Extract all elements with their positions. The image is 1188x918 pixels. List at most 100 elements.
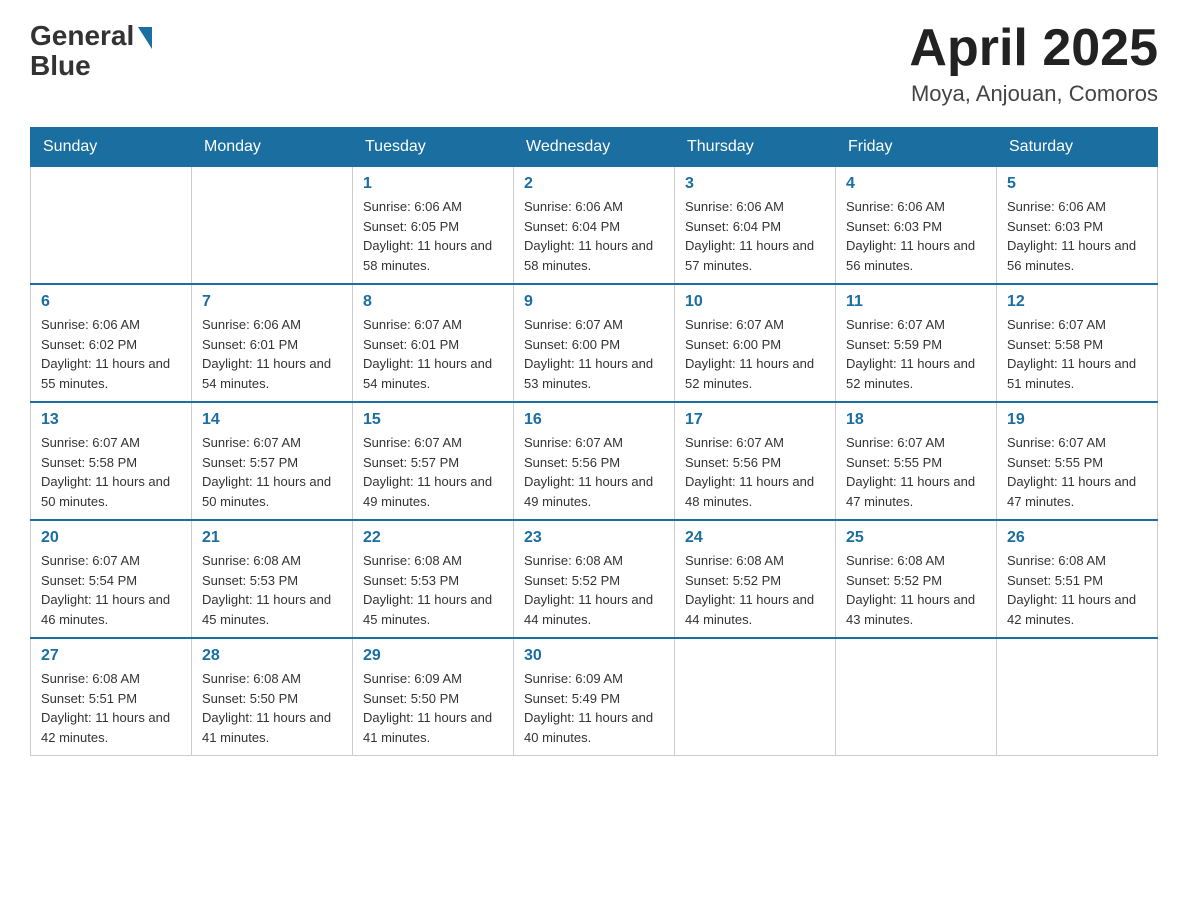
table-row: 15 Sunrise: 6:07 AMSunset: 5:57 PMDayligh… xyxy=(353,402,514,520)
day-number: 1 xyxy=(363,175,503,193)
page-header: General Blue April 2025 Moya, Anjouan, C… xyxy=(30,20,1158,107)
table-row: 27Sunrise: 6:08 AMSunset: 5:51 PMDayligh… xyxy=(31,638,192,756)
calendar-week-row: 1 Sunrise: 6:06 AMSunset: 6:05 PMDaylight… xyxy=(31,167,1158,285)
header-monday: Monday xyxy=(192,128,353,167)
day-info: Sunrise: 6:06 AMSunset: 6:04 PMDaylight:… xyxy=(524,197,664,275)
table-row: 26Sunrise: 6:08 AMSunset: 5:51 PMDayligh… xyxy=(997,520,1158,638)
day-number: 4 xyxy=(846,175,986,193)
table-row: 21 Sunrise: 6:08 AMSunset: 5:53 PMDayligh… xyxy=(192,520,353,638)
day-info: Sunrise: 6:07 AMSunset: 5:57 PMDaylight:… xyxy=(363,433,503,511)
logo-blue-label: Blue xyxy=(30,50,91,82)
day-number: 17 xyxy=(685,411,825,429)
day-info: Sunrise: 6:06 AMSunset: 6:02 PMDaylight:… xyxy=(41,315,181,393)
day-number: 24 xyxy=(685,529,825,547)
table-row: 22 Sunrise: 6:08 AMSunset: 5:53 PMDayligh… xyxy=(353,520,514,638)
table-row xyxy=(997,638,1158,756)
day-number: 20 xyxy=(41,529,181,547)
day-info: Sunrise: 6:08 AMSunset: 5:53 PMDaylight:… xyxy=(363,551,503,629)
table-row: 29 Sunrise: 6:09 AMSunset: 5:50 PMDayligh… xyxy=(353,638,514,756)
day-info: Sunrise: 6:07 AMSunset: 5:56 PMDaylight:… xyxy=(524,433,664,511)
day-info: Sunrise: 6:08 AMSunset: 5:52 PMDaylight:… xyxy=(685,551,825,629)
table-row: 28 Sunrise: 6:08 AMSunset: 5:50 PMDayligh… xyxy=(192,638,353,756)
table-row: 16Sunrise: 6:07 AMSunset: 5:56 PMDayligh… xyxy=(514,402,675,520)
table-row: 24 Sunrise: 6:08 AMSunset: 5:52 PMDayligh… xyxy=(675,520,836,638)
day-number: 23 xyxy=(524,529,664,547)
day-info: Sunrise: 6:09 AMSunset: 5:49 PMDaylight:… xyxy=(524,669,664,747)
day-info: Sunrise: 6:07 AMSunset: 6:00 PMDaylight:… xyxy=(524,315,664,393)
day-info: Sunrise: 6:08 AMSunset: 5:53 PMDaylight:… xyxy=(202,551,342,629)
day-info: Sunrise: 6:09 AMSunset: 5:50 PMDaylight:… xyxy=(363,669,503,747)
header-sunday: Sunday xyxy=(31,128,192,167)
day-info: Sunrise: 6:07 AMSunset: 5:56 PMDaylight:… xyxy=(685,433,825,511)
day-info: Sunrise: 6:07 AMSunset: 5:55 PMDaylight:… xyxy=(1007,433,1147,511)
table-row: 23Sunrise: 6:08 AMSunset: 5:52 PMDayligh… xyxy=(514,520,675,638)
month-title: April 2025 xyxy=(909,20,1158,77)
day-info: Sunrise: 6:06 AMSunset: 6:05 PMDaylight:… xyxy=(363,197,503,275)
table-row: 9 Sunrise: 6:07 AMSunset: 6:00 PMDaylight… xyxy=(514,284,675,402)
day-number: 15 xyxy=(363,411,503,429)
day-info: Sunrise: 6:07 AMSunset: 6:01 PMDaylight:… xyxy=(363,315,503,393)
logo: General Blue xyxy=(30,20,152,82)
day-number: 9 xyxy=(524,293,664,311)
day-number: 30 xyxy=(524,647,664,665)
table-row: 5 Sunrise: 6:06 AMSunset: 6:03 PMDaylight… xyxy=(997,167,1158,285)
day-info: Sunrise: 6:06 AMSunset: 6:01 PMDaylight:… xyxy=(202,315,342,393)
table-row xyxy=(675,638,836,756)
location-title: Moya, Anjouan, Comoros xyxy=(909,81,1158,107)
logo-triangle-icon xyxy=(138,27,152,49)
day-number: 21 xyxy=(202,529,342,547)
day-number: 8 xyxy=(363,293,503,311)
day-info: Sunrise: 6:07 AMSunset: 5:58 PMDaylight:… xyxy=(41,433,181,511)
day-info: Sunrise: 6:07 AMSunset: 5:59 PMDaylight:… xyxy=(846,315,986,393)
day-number: 11 xyxy=(846,293,986,311)
table-row: 13 Sunrise: 6:07 AMSunset: 5:58 PMDayligh… xyxy=(31,402,192,520)
header-wednesday: Wednesday xyxy=(514,128,675,167)
table-row: 19 Sunrise: 6:07 AMSunset: 5:55 PMDayligh… xyxy=(997,402,1158,520)
table-row: 7Sunrise: 6:06 AMSunset: 6:01 PMDaylight… xyxy=(192,284,353,402)
calendar-week-row: 13 Sunrise: 6:07 AMSunset: 5:58 PMDayligh… xyxy=(31,402,1158,520)
table-row: 17 Sunrise: 6:07 AMSunset: 5:56 PMDayligh… xyxy=(675,402,836,520)
table-row xyxy=(836,638,997,756)
day-number: 28 xyxy=(202,647,342,665)
table-row: 18Sunrise: 6:07 AMSunset: 5:55 PMDayligh… xyxy=(836,402,997,520)
day-info: Sunrise: 6:08 AMSunset: 5:52 PMDaylight:… xyxy=(846,551,986,629)
day-info: Sunrise: 6:08 AMSunset: 5:51 PMDaylight:… xyxy=(41,669,181,747)
table-row: 8 Sunrise: 6:07 AMSunset: 6:01 PMDaylight… xyxy=(353,284,514,402)
calendar-week-row: 27Sunrise: 6:08 AMSunset: 5:51 PMDayligh… xyxy=(31,638,1158,756)
calendar-week-row: 6 Sunrise: 6:06 AMSunset: 6:02 PMDaylight… xyxy=(31,284,1158,402)
table-row: 20Sunrise: 6:07 AMSunset: 5:54 PMDayligh… xyxy=(31,520,192,638)
header-friday: Friday xyxy=(836,128,997,167)
table-row: 14 Sunrise: 6:07 AMSunset: 5:57 PMDayligh… xyxy=(192,402,353,520)
day-number: 6 xyxy=(41,293,181,311)
weekday-header-row: Sunday Monday Tuesday Wednesday Thursday… xyxy=(31,128,1158,167)
day-number: 5 xyxy=(1007,175,1147,193)
day-info: Sunrise: 6:07 AMSunset: 5:55 PMDaylight:… xyxy=(846,433,986,511)
day-number: 26 xyxy=(1007,529,1147,547)
logo-general-text: General xyxy=(30,20,134,52)
calendar-table: Sunday Monday Tuesday Wednesday Thursday… xyxy=(30,127,1158,756)
day-number: 25 xyxy=(846,529,986,547)
header-saturday: Saturday xyxy=(997,128,1158,167)
day-number: 29 xyxy=(363,647,503,665)
day-number: 13 xyxy=(41,411,181,429)
table-row xyxy=(31,167,192,285)
day-number: 14 xyxy=(202,411,342,429)
day-info: Sunrise: 6:07 AMSunset: 5:57 PMDaylight:… xyxy=(202,433,342,511)
table-row: 12Sunrise: 6:07 AMSunset: 5:58 PMDayligh… xyxy=(997,284,1158,402)
day-number: 22 xyxy=(363,529,503,547)
day-info: Sunrise: 6:06 AMSunset: 6:03 PMDaylight:… xyxy=(846,197,986,275)
calendar-week-row: 20Sunrise: 6:07 AMSunset: 5:54 PMDayligh… xyxy=(31,520,1158,638)
title-block: April 2025 Moya, Anjouan, Comoros xyxy=(909,20,1158,107)
day-number: 12 xyxy=(1007,293,1147,311)
table-row: 25 Sunrise: 6:08 AMSunset: 5:52 PMDayligh… xyxy=(836,520,997,638)
table-row: 10 Sunrise: 6:07 AMSunset: 6:00 PMDayligh… xyxy=(675,284,836,402)
day-number: 10 xyxy=(685,293,825,311)
day-info: Sunrise: 6:07 AMSunset: 6:00 PMDaylight:… xyxy=(685,315,825,393)
table-row: 4 Sunrise: 6:06 AMSunset: 6:03 PMDaylight… xyxy=(836,167,997,285)
day-number: 2 xyxy=(524,175,664,193)
table-row: 6 Sunrise: 6:06 AMSunset: 6:02 PMDaylight… xyxy=(31,284,192,402)
day-info: Sunrise: 6:08 AMSunset: 5:50 PMDaylight:… xyxy=(202,669,342,747)
day-number: 19 xyxy=(1007,411,1147,429)
table-row: 30 Sunrise: 6:09 AMSunset: 5:49 PMDayligh… xyxy=(514,638,675,756)
day-info: Sunrise: 6:06 AMSunset: 6:03 PMDaylight:… xyxy=(1007,197,1147,275)
